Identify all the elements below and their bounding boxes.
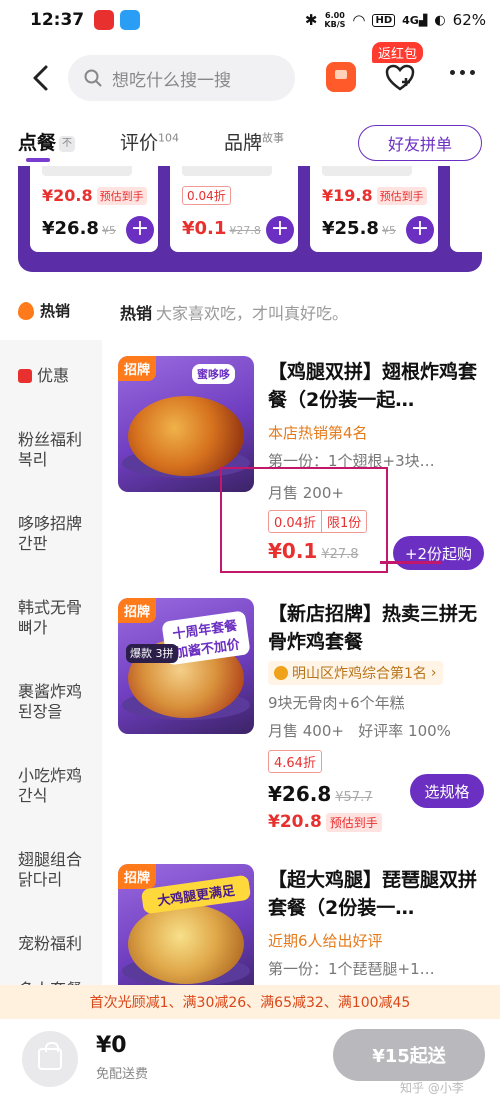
product-title: 【新店招牌】热卖三拼无骨炸鸡套餐 <box>268 603 478 653</box>
medal-icon <box>274 666 288 680</box>
product-title: 【超大鸡腿】琵琶腿双拼套餐（2份装一… <box>268 869 478 919</box>
hongbao-icon[interactable] <box>326 62 356 92</box>
category-hot-label: 热销 <box>18 300 70 321</box>
status-bar: 12:37 ✱ 6.00 KB/S ◠ HD 4G▟ ◐ 62% <box>0 0 500 40</box>
group-order-button[interactable]: 好友拼单 <box>358 125 482 161</box>
sidebar-item[interactable]: 宠粉福利 <box>18 934 82 954</box>
sidebar-item[interactable]: 韩式无骨 뼈가 <box>18 598 82 638</box>
favorite-heart-icon[interactable] <box>384 62 416 94</box>
review-count: 104 <box>158 131 180 145</box>
battery-icon: ◐ <box>434 12 446 28</box>
section-title: 热销 大家喜欢吃，才叫真好吃。 <box>120 304 349 323</box>
tab-reviews[interactable]: 评价104 <box>120 128 179 155</box>
recommend-strip: ¥20.8 预估到手 ¥26.8 ¥5 + 0.04折 ¥0.1 ¥27.8 + ¥1… <box>18 166 482 272</box>
recommend-card[interactable]: 0.04折 ¥0.1 ¥27.8 + <box>170 166 298 252</box>
annotation-line <box>380 561 442 564</box>
search-input[interactable]: 想吃什么搜一搜 <box>68 55 295 101</box>
checkout-button[interactable]: ¥15起送 <box>333 1029 485 1081</box>
delivery-fee: 免配送费 <box>96 1067 149 1082</box>
annotation-box <box>220 467 388 573</box>
more-menu-icon[interactable] <box>450 70 475 75</box>
tab-brand[interactable]: 品牌故事 <box>224 128 284 155</box>
coupon-icon <box>18 369 32 383</box>
min-purchase-button[interactable]: +2份起购 <box>392 536 484 570</box>
product-desc: 第一份：1个琵琶腿+1… <box>268 960 435 978</box>
sidebar-item[interactable]: 小吃炸鸡 간식 <box>18 766 82 806</box>
sidebar-item-discount[interactable]: 优惠 <box>18 366 69 386</box>
search-placeholder: 想吃什么搜一搜 <box>112 70 231 91</box>
sidebar-item[interactable]: 翅腿组合 닭다리 <box>18 850 82 890</box>
search-icon <box>84 69 102 87</box>
battery-level: 62% <box>452 11 486 29</box>
notification-app-icon <box>120 10 141 30</box>
category-sidebar: 优惠 粉丝福利 복리 哆哆招牌 간판 韩式无骨 뼈가 裹酱炸鸡 된장을 小吃炸鸡… <box>0 340 102 1000</box>
tab-order[interactable]: 点餐不 <box>18 128 76 155</box>
hongbao-badge: 返红包 <box>372 42 424 63</box>
signature-badge: 招牌 <box>118 356 157 381</box>
cart-bar: ¥0 免配送费 ¥15起送 知乎 @小李 <box>0 1019 500 1111</box>
bluetooth-icon: ✱ <box>304 11 318 29</box>
choose-spec-button[interactable]: 选规格 <box>410 774 484 808</box>
store-tabs: 点餐不 评价104 品牌故事 好友拼单 <box>0 116 500 166</box>
wifi-icon: ◠ <box>352 11 366 29</box>
fold-icon[interactable]: 不 <box>59 135 76 152</box>
product-image[interactable]: 招牌 十周年套餐 加酱不加价 爆款 3拼 <box>118 598 254 734</box>
product-desc: 9块无骨肉+6个年糕 <box>268 694 405 712</box>
add-to-cart-button[interactable]: + <box>266 216 294 244</box>
cart-button[interactable] <box>22 1031 78 1087</box>
product-rank: 近期6人给出好评 <box>268 932 383 950</box>
product-item[interactable]: 招牌 大鸡腿更满足 【超大鸡腿】琵琶腿双拼套餐（2份装一… 近期6人给出好评 第… <box>118 864 488 985</box>
notification-app-icon <box>94 10 115 30</box>
recommend-card[interactable] <box>450 166 482 252</box>
signature-badge: 招牌 <box>118 598 157 623</box>
add-to-cart-button[interactable]: + <box>126 216 154 244</box>
sidebar-item[interactable]: 裹酱炸鸡 된장을 <box>18 682 82 722</box>
product-image[interactable]: 招牌 大鸡腿更满足 <box>118 864 254 985</box>
cart-total: ¥0 <box>96 1033 127 1058</box>
back-arrow-icon <box>33 65 48 91</box>
signal-icon: 4G▟ <box>402 13 428 27</box>
product-price: ¥26.8 ¥57.7 <box>268 782 373 806</box>
estimated-price: ¥20.8 预估到手 <box>268 812 382 832</box>
back-button[interactable] <box>20 58 60 98</box>
discount-chip: 4.64折 <box>268 750 322 773</box>
add-to-cart-button[interactable]: + <box>406 216 434 244</box>
product-rank[interactable]: 明山区炸鸡综合第1名 › <box>268 661 443 685</box>
recommend-card[interactable]: ¥20.8 预估到手 ¥26.8 ¥5 + <box>30 166 158 252</box>
sidebar-item[interactable]: 粉丝福利 복리 <box>18 430 82 470</box>
promo-bar: 首次光顾减1、满30减26、满65减32、满100减45 <box>0 985 500 1019</box>
hd-badge: HD <box>372 13 396 27</box>
signature-badge: 招牌 <box>118 864 157 889</box>
shopping-bag-icon <box>38 1042 62 1070</box>
sidebar-item[interactable]: 哆哆招牌 간판 <box>18 514 82 554</box>
product-item[interactable]: 招牌 十周年套餐 加酱不加价 爆款 3拼 【新店招牌】热卖三拼无骨炸鸡套餐 明山… <box>118 598 488 838</box>
status-time: 12:37 <box>30 10 85 30</box>
product-title: 【鸡腿双拼】翅根炸鸡套餐（2份装一起… <box>268 361 478 411</box>
top-header: 想吃什么搜一搜 返红包 <box>0 40 500 116</box>
fire-icon <box>18 301 34 320</box>
watermark: 知乎 @小李 <box>400 1081 464 1095</box>
recommend-card[interactable]: ¥19.8 预估到手 ¥25.8 ¥5 + <box>310 166 438 252</box>
product-rank: 本店热销第4名 <box>268 424 368 442</box>
product-sales: 月售 400+ 好评率 100% <box>268 722 451 740</box>
active-tab-indicator <box>26 158 50 162</box>
network-speed: 6.00 KB/S <box>324 11 346 29</box>
